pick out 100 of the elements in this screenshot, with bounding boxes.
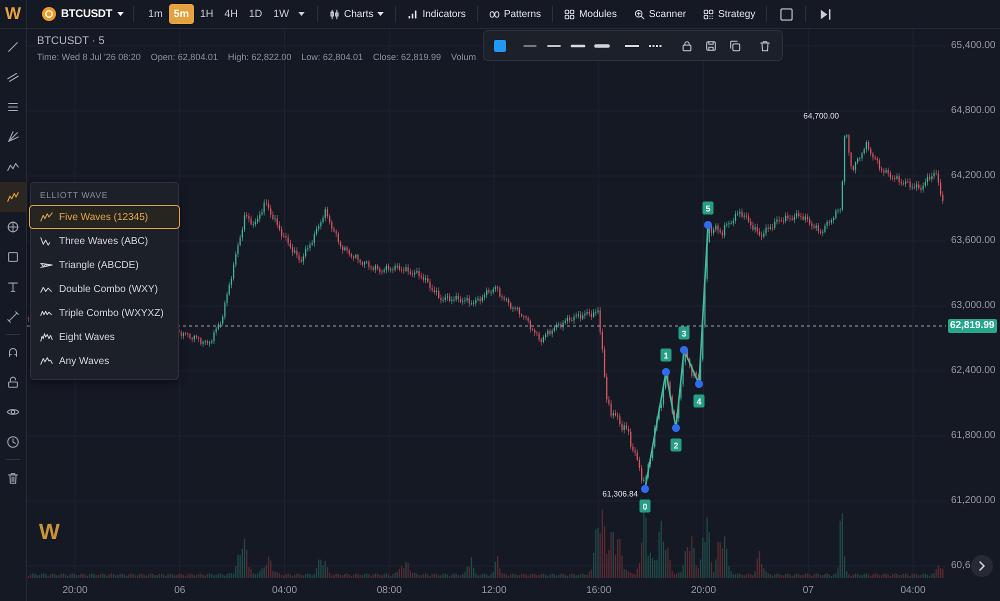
time-label: 06 <box>174 584 186 598</box>
time-label: 07 <box>802 584 814 598</box>
time-label: 20:00 <box>62 584 88 598</box>
wave-point-label: 1 <box>660 348 672 362</box>
ohlc-field: Low: 62,804.01 <box>301 52 363 63</box>
grid-icon <box>564 8 576 20</box>
zigzag-line-icon <box>40 236 53 246</box>
toolbar-menu-button[interactable]: Strategy <box>701 3 758 25</box>
zigzag-icon <box>6 160 20 174</box>
parallel-lines-icon <box>6 70 20 84</box>
ohlc-field: Open: 62,804.01 <box>150 52 218 63</box>
symbol-selector[interactable]: BTCUSDT <box>42 7 124 21</box>
unlock-icon <box>6 375 20 389</box>
toolbar-menu-button[interactable]: Scanner <box>632 3 688 25</box>
elliott-wave-drawing[interactable] <box>641 221 712 493</box>
trash-icon <box>6 471 20 485</box>
price-label: 61,200.00 <box>951 495 996 507</box>
time-label: 04:00 <box>900 584 926 598</box>
line-weight-icon <box>570 42 586 48</box>
menu-item[interactable]: Three Waves (ABC) <box>29 229 180 253</box>
zigzag-line-icon <box>40 284 53 294</box>
time-label: 20:00 <box>690 584 716 598</box>
last-price-label: 62,819.99 <box>948 319 996 333</box>
wave-point-label: 5 <box>702 202 714 214</box>
coin-icon <box>42 7 56 21</box>
chart-logo: W <box>39 520 60 544</box>
dashed-line-icon <box>648 42 664 48</box>
toolbar-menu-button[interactable]: Patterns <box>486 3 544 25</box>
price-label: 64,800.00 <box>951 105 996 117</box>
line-weight-icon <box>546 42 562 48</box>
candles-icon <box>329 8 340 20</box>
chart-title: BTCUSDT · 5 <box>37 35 106 48</box>
timeframe-tab[interactable]: 1D <box>244 4 268 24</box>
menu-item[interactable]: Double Combo (WXY) <box>29 277 180 301</box>
color-swatch-icon <box>494 40 506 52</box>
magnet-icon <box>6 345 20 359</box>
zigzag-line-icon <box>40 356 53 366</box>
price-label: 63,000.00 <box>951 300 996 312</box>
clock-icon <box>6 435 20 449</box>
ohlc-field: Volum <box>451 52 476 63</box>
caret-icon <box>377 12 384 16</box>
zigzag-line-icon <box>40 308 53 318</box>
wave-point-label: 4 <box>694 394 704 408</box>
caret-icon <box>298 12 305 16</box>
ohlc-field: Time: Wed 8 Jul '26 08:20 <box>37 52 141 63</box>
menu-item[interactable]: Five Waves (12345) <box>29 205 180 229</box>
measure-line-icon <box>6 310 20 324</box>
timeframe-tab[interactable]: 1m <box>143 4 168 24</box>
price-label: 63,600.00 <box>951 235 996 247</box>
wave-point-label: 0 <box>640 500 650 512</box>
line-weight-icon <box>522 42 538 48</box>
toolbar-menu-button[interactable]: Charts <box>327 3 386 25</box>
fan-lines-icon <box>6 130 20 144</box>
price-label: 64,200.00 <box>951 170 996 182</box>
crosshair-circle-icon <box>6 220 20 234</box>
grid-dots-icon <box>703 8 714 20</box>
wave-point-label: 2 <box>670 438 682 452</box>
timeframe-tab[interactable]: 4H <box>219 4 243 24</box>
price-label: 62,400.00 <box>951 365 996 377</box>
time-label: 08:00 <box>376 584 402 598</box>
horizontal-lines-icon <box>6 100 20 114</box>
low-price-label: 61,306.84 <box>602 490 638 498</box>
price-label: 65,400.00 <box>951 40 996 52</box>
time-label: 12:00 <box>481 584 507 598</box>
menu-item[interactable]: Triple Combo (WXYXZ) <box>29 301 180 325</box>
timeframe-tab[interactable]: 1H <box>194 4 218 24</box>
solid-line-icon <box>624 42 640 48</box>
line-weight-icon <box>594 42 610 48</box>
bar-chart-icon <box>407 8 418 20</box>
high-price-label: 64,700.00 <box>803 112 839 120</box>
text-icon <box>6 280 20 294</box>
search-icon <box>634 8 645 20</box>
menu-heading: ELLIOTT WAVE <box>39 189 109 202</box>
price-label: 60,6 <box>951 560 970 572</box>
drawing-tool-button[interactable] <box>0 182 26 212</box>
ohlc-field: Close: 62,819.99 <box>372 52 442 63</box>
menu-item[interactable]: Triangle (ABCDE) <box>29 253 180 277</box>
price-label: 61,800.00 <box>951 430 996 442</box>
toolbar-menu-button[interactable]: Modules <box>562 3 619 25</box>
zigzag-line-icon <box>40 332 53 342</box>
scroll-right-button[interactable] <box>971 555 993 577</box>
copy-icon <box>729 40 741 52</box>
skip-forward-icon <box>818 8 832 20</box>
zigzag-line-icon <box>40 212 53 222</box>
line-icon <box>6 40 20 54</box>
logo: W <box>0 0 27 28</box>
ohlc-field: High: 62,822.00 <box>228 52 292 63</box>
caret-icon <box>117 12 124 16</box>
save-icon <box>705 40 717 52</box>
trash-icon <box>759 40 771 52</box>
menu-item[interactable]: Any Waves <box>29 349 180 373</box>
wave-point-label: 3 <box>678 326 690 340</box>
timeframe-tab[interactable]: 1W <box>268 4 294 24</box>
square-icon <box>780 8 793 20</box>
zigzag-line-icon <box>40 260 53 270</box>
linked-rings-icon <box>488 8 500 20</box>
toolbar-menu-button[interactable]: Indicators <box>405 3 468 25</box>
rectangle-icon <box>6 250 20 264</box>
lock-icon <box>681 40 693 52</box>
menu-item[interactable]: Eight Waves <box>29 325 180 349</box>
